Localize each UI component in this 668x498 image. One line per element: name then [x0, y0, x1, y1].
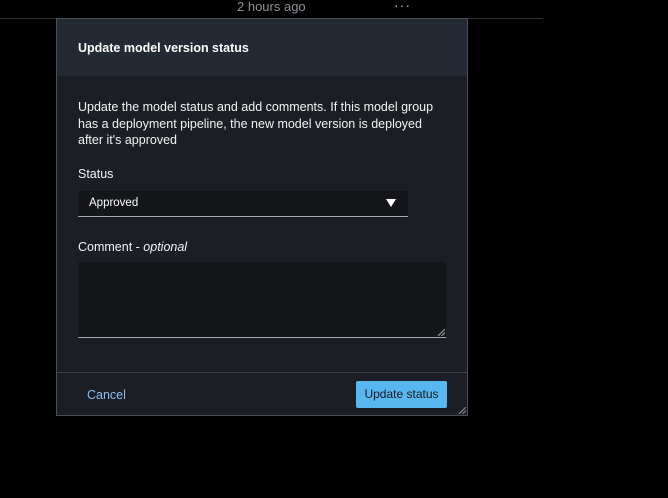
comment-label: Comment - optional: [78, 240, 187, 254]
modal-title: Update model version status: [78, 41, 249, 55]
last-modified-time: 2 hours ago: [237, 0, 306, 14]
background-table-row: 2 hours ago ···: [0, 0, 543, 19]
cancel-button[interactable]: Cancel: [87, 388, 126, 402]
status-label: Status: [78, 167, 114, 181]
status-select[interactable]: Approved: [78, 191, 408, 217]
update-status-modal: Update model version status Update the m…: [56, 18, 468, 416]
comment-optional-text: optional: [143, 240, 188, 254]
status-select-value: Approved: [89, 197, 139, 209]
comment-textarea[interactable]: [78, 262, 446, 338]
resize-grip-icon[interactable]: [438, 329, 445, 336]
more-actions-icon[interactable]: ···: [394, 0, 411, 12]
modal-resize-grip-icon[interactable]: [459, 407, 466, 414]
caret-down-icon: [386, 199, 396, 207]
update-status-button[interactable]: Update status: [356, 381, 447, 408]
modal-description: Update the model status and add comments…: [78, 100, 434, 147]
modal-header: Update model version status: [57, 19, 467, 76]
comment-label-text: Comment -: [78, 240, 144, 254]
footer-divider: [57, 372, 467, 373]
